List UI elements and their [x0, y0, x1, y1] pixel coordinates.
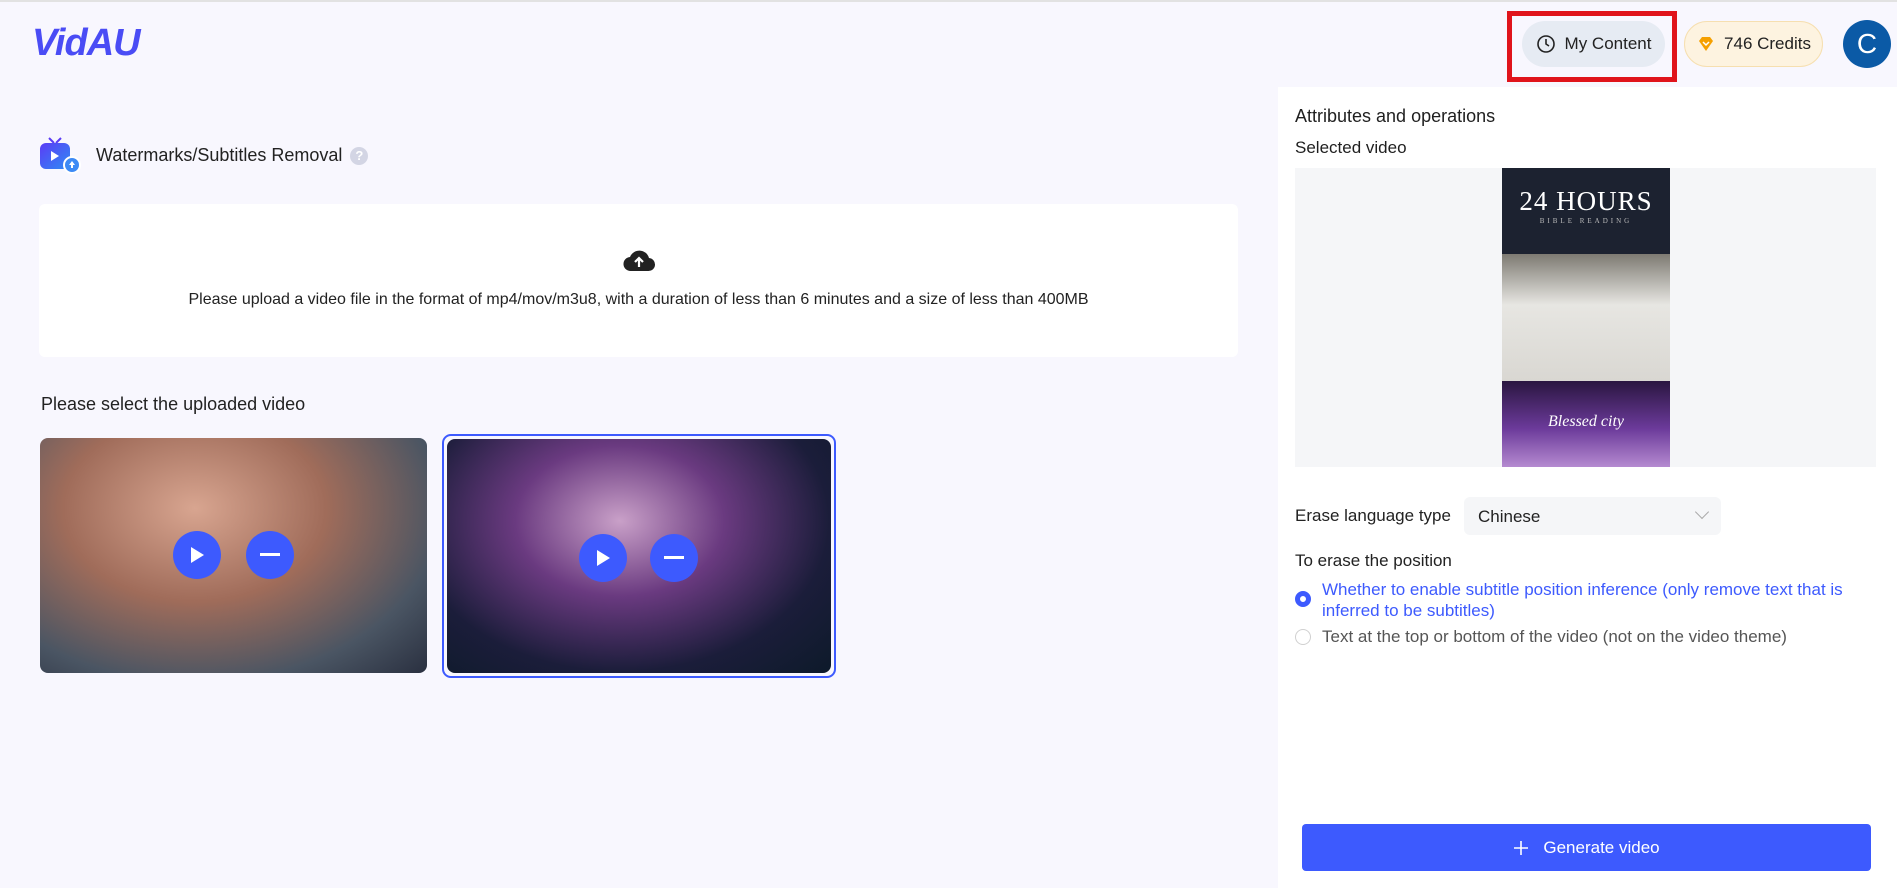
video-card-selected[interactable] — [442, 434, 836, 678]
generate-label: Generate video — [1543, 837, 1660, 857]
erase-language-label: Erase language type — [1295, 506, 1451, 525]
preview-headline: 24 HOURS — [1519, 186, 1653, 216]
minus-icon — [664, 556, 684, 559]
play-icon — [191, 547, 204, 563]
generate-video-button[interactable]: Generate video — [1302, 824, 1871, 871]
upload-hint: Please upload a video file in the format… — [188, 291, 1089, 308]
select-video-label: Please select the uploaded video — [41, 394, 306, 414]
tool-title-text: Watermarks/Subtitles Removal — [96, 145, 343, 165]
avatar[interactable]: C — [1843, 20, 1891, 68]
erase-language-value: Chinese — [1478, 507, 1541, 526]
video-card[interactable] — [40, 438, 427, 673]
radio-subtitle-inference[interactable] — [1295, 591, 1311, 607]
selected-video-label: Selected video — [1295, 138, 1407, 157]
radio-top-bottom[interactable] — [1295, 629, 1311, 645]
preview-subline: BIBLE READING — [1539, 217, 1633, 225]
logo[interactable]: VidAU — [32, 22, 141, 65]
option-subtitle-inference[interactable]: Whether to enable subtitle position infe… — [1322, 579, 1862, 621]
remove-button[interactable] — [246, 531, 294, 579]
upload-dropzone[interactable]: Please upload a video file in the format… — [39, 204, 1238, 357]
remove-button[interactable] — [650, 534, 698, 582]
panel-title: Attributes and operations — [1295, 106, 1496, 126]
erase-position-label: To erase the position — [1295, 551, 1452, 570]
credits-button[interactable]: 746 Credits — [1684, 21, 1823, 67]
play-button[interactable] — [579, 534, 627, 582]
video-thumbnail — [447, 439, 831, 673]
erase-language-select[interactable]: Chinese — [1464, 497, 1721, 535]
option-top-bottom[interactable]: Text at the top or bottom of the video (… — [1322, 626, 1787, 647]
preview-thumbnail[interactable]: 24 HOURS BIBLE READING Blessed city — [1502, 168, 1670, 467]
minus-icon — [260, 553, 280, 556]
plus-icon — [1514, 840, 1529, 855]
help-icon[interactable]: ? — [350, 146, 369, 165]
diamond-icon — [1699, 37, 1714, 51]
play-icon — [597, 550, 610, 566]
app-tv-icon — [40, 137, 81, 174]
credits-label: 746 Credits — [1724, 34, 1811, 53]
tool-title: Watermarks/Subtitles Removal ? — [96, 145, 369, 166]
highlight-box — [1507, 11, 1677, 82]
cloud-upload-icon — [623, 250, 656, 272]
chevron-down-icon — [1694, 504, 1710, 520]
preview-signature: Blessed city — [1502, 381, 1670, 467]
preview-frame — [1502, 254, 1670, 381]
top-border — [0, 0, 1897, 2]
play-button[interactable] — [173, 531, 221, 579]
